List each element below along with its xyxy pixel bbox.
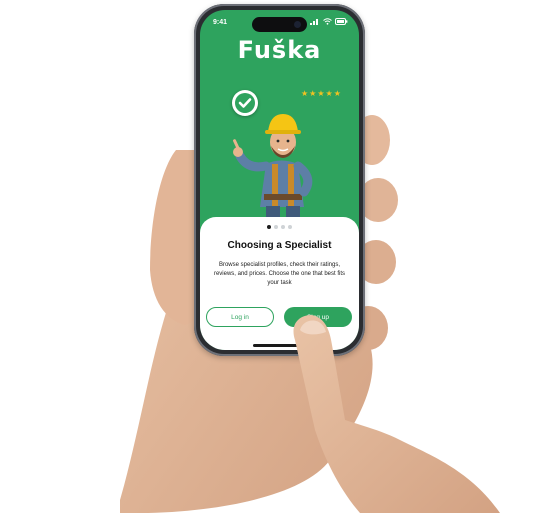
mockup-scene: 9:41 Fuška ★ ★ ★ ★ ★ Choosing a Speciali… bbox=[0, 0, 536, 513]
pointing-finger-illustration bbox=[293, 315, 500, 513]
